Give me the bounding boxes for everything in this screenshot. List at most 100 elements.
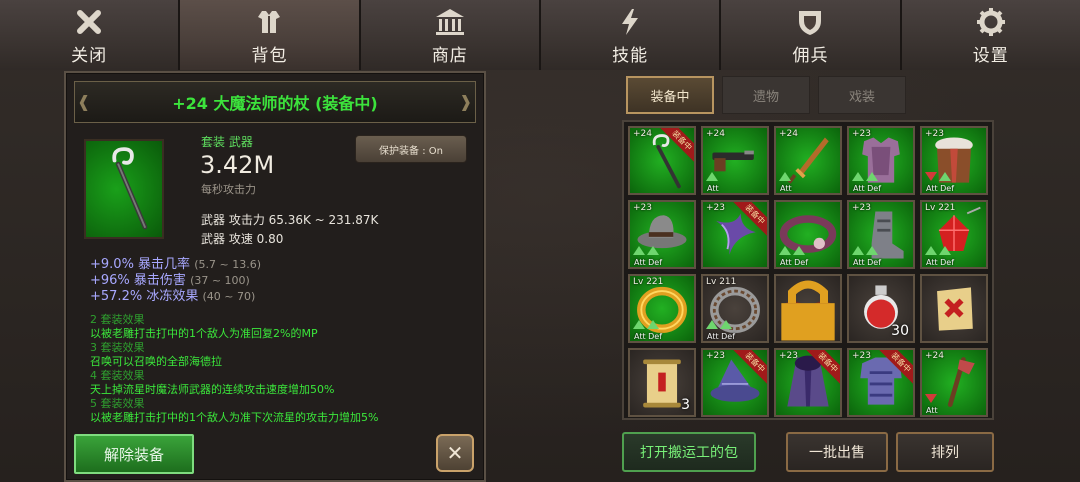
nav-tab-settings[interactable]: 设置 <box>901 0 1080 70</box>
item-level: +24 <box>925 351 944 361</box>
item-level: +24 <box>633 129 652 139</box>
arrow-up-icon <box>939 246 951 255</box>
weapon-speed: 武器 攻速 0.80 <box>201 232 284 246</box>
set-effect-head: 2 套装效果 <box>90 313 145 326</box>
item-count: 30 <box>891 323 909 339</box>
ornament-icon: ❱ <box>459 92 473 111</box>
inventory-slot[interactable]: Lv 211 Att Def <box>701 274 769 343</box>
inventory-slot[interactable]: +23 装备中 <box>774 348 842 417</box>
stat-compare-arrows <box>633 320 659 329</box>
sort-button[interactable]: 排列 <box>896 432 994 472</box>
shop-icon <box>433 5 467 39</box>
item-detail-panel: ❰ +24 大魔法师的杖 (装备中) ❱ 套装 武器 3.42M 每秒攻击力 武… <box>64 71 486 482</box>
item-level: +23 <box>706 351 725 361</box>
nav-tab-bag[interactable]: 背包 <box>180 0 361 70</box>
stat-tags: Att <box>780 184 792 193</box>
stat-tags: Att Def <box>926 258 955 267</box>
armor-icon <box>252 5 286 39</box>
tab-equipped[interactable]: 装备中 <box>626 76 714 114</box>
set-effect-body: 天上掉流星时魔法师武器的连续攻击速度增加50% <box>90 383 335 396</box>
arrow-up-icon <box>793 246 805 255</box>
stat-tags: Att <box>707 184 719 193</box>
arrow-up-icon <box>852 172 864 181</box>
arrow-up-icon <box>647 320 659 329</box>
shield-icon <box>793 5 827 39</box>
bonus-stat: +57.2% 冰冻效果 (40 ~ 70) <box>90 285 255 304</box>
lock-icon <box>781 280 835 341</box>
inventory-slot[interactable]: +24 装备中 <box>628 126 696 195</box>
nav-label: 背包 <box>251 45 288 66</box>
arrow-up-icon <box>633 246 645 255</box>
inventory-slot[interactable]: +24 Att <box>701 126 769 195</box>
item-level: Lv 211 <box>706 277 737 287</box>
inventory-slot[interactable]: +23 装备中 <box>701 348 769 417</box>
stat-tags: Att Def <box>634 332 663 341</box>
stat-tags: Att Def <box>780 258 809 267</box>
set-effect-head: 3 套装效果 <box>90 341 145 354</box>
stat-tags: Att Def <box>926 184 955 193</box>
tab-relics[interactable]: 遗物 <box>722 76 810 114</box>
nav-label: 关闭 <box>71 45 108 66</box>
set-effects-list: 2 套装效果 以被老雕打击打中的1个敌人为准回复2%的MP 3 套装效果 召唤可… <box>90 313 470 425</box>
stat-tags: Att Def <box>853 184 882 193</box>
arrow-up-icon <box>706 320 718 329</box>
item-level: +23 <box>706 203 725 213</box>
inventory-slot[interactable]: +24 Att <box>774 126 842 195</box>
stat-tags: Att <box>926 406 938 415</box>
nav-label: 佣兵 <box>792 45 829 66</box>
inventory-slot[interactable]: +23 装备中 <box>701 200 769 269</box>
bulk-sell-button[interactable]: 一批出售 <box>786 432 888 472</box>
inventory-slot[interactable]: Lv 221 Att Def <box>920 200 988 269</box>
tab-costume[interactable]: 戏装 <box>818 76 906 114</box>
nav-tab-skills[interactable]: 技能 <box>540 0 722 70</box>
inventory-slot[interactable] <box>920 274 988 343</box>
stat-compare-arrows <box>925 246 951 255</box>
unequip-button[interactable]: 解除装备 <box>74 434 194 474</box>
close-detail-button[interactable]: ✕ <box>436 434 474 472</box>
set-effect-body: 以被老雕打击打中的1个敌人为准回复2%的MP <box>90 327 318 340</box>
inventory-slot[interactable]: +24 Att <box>920 348 988 417</box>
arrow-up-icon <box>720 320 732 329</box>
item-title-bar: ❰ +24 大魔法师的杖 (装备中) ❱ <box>74 81 476 123</box>
nav-tab-shop[interactable]: 商店 <box>360 0 541 70</box>
nav-label: 商店 <box>431 45 468 66</box>
inventory-slot[interactable]: Lv 221 Att Def <box>628 274 696 343</box>
nav-label: 设置 <box>972 45 1009 66</box>
arrow-up-icon <box>866 246 878 255</box>
nav-tab-close[interactable]: 关闭 <box>0 0 181 70</box>
item-level: Lv 221 <box>633 277 664 287</box>
arrow-down-icon <box>925 172 937 181</box>
inventory-slot[interactable]: +23 Att Def <box>628 200 696 269</box>
inventory-tabs: 装备中 遗物 戏装 <box>626 76 906 114</box>
item-title: +24 大魔法师的杖 (装备中) <box>172 94 378 113</box>
arrow-up-icon <box>647 246 659 255</box>
nav-label: 技能 <box>612 45 649 66</box>
bonus-text: +57.2% 冰冻效果 <box>90 289 199 304</box>
inventory-slot[interactable]: +23 Att Def <box>920 126 988 195</box>
item-level: +23 <box>852 203 871 213</box>
inventory-slot[interactable]: +23 Att Def <box>847 126 915 195</box>
protect-equipment-button[interactable]: 保护装备 : On <box>355 135 467 163</box>
scroll-red-icon <box>937 287 973 331</box>
item-level: +23 <box>633 203 652 213</box>
inventory-slot[interactable] <box>774 274 842 343</box>
ornament-icon: ❰ <box>77 92 91 111</box>
inventory-slot[interactable]: 3 <box>628 348 696 417</box>
set-effect-body: 以被老雕打击打中的1个敌人为准下次流星的攻击力增加5% <box>90 411 379 424</box>
inventory-grid: +24 装备中 +24 Att +24 Att +23 Att Def +23 Att Def +2… <box>622 120 994 420</box>
nav-tab-mercenary[interactable]: 佣兵 <box>721 0 902 70</box>
bonus-range: (40 ~ 70) <box>202 290 256 303</box>
inventory-slot[interactable]: +23 Att Def <box>847 200 915 269</box>
inventory-slot[interactable]: +23 装备中 <box>847 348 915 417</box>
stat-tags: Att Def <box>707 332 736 341</box>
set-type-label: 套装 武器 <box>201 135 253 149</box>
open-porter-bag-button[interactable]: 打开搬运工的包 <box>622 432 756 472</box>
arrow-up-icon <box>939 172 951 181</box>
stat-tags: Att Def <box>634 258 663 267</box>
arrow-up-icon <box>925 246 937 255</box>
inventory-slot[interactable]: Att Def <box>774 200 842 269</box>
item-level: +23 <box>852 129 871 139</box>
set-effect-head: 4 套装效果 <box>90 369 145 382</box>
inventory-slot[interactable]: 30 <box>847 274 915 343</box>
arrow-up-icon <box>706 172 718 181</box>
